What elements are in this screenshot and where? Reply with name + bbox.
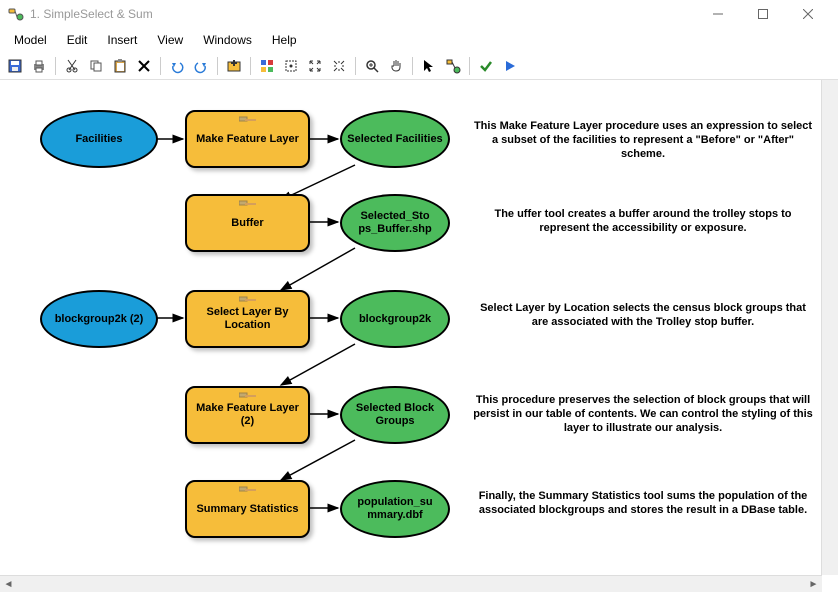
close-button[interactable]	[785, 0, 830, 28]
node-label: blockgroup2k (2)	[55, 313, 144, 326]
node-label: population_su mmary.dbf	[346, 496, 444, 521]
menu-edit[interactable]: Edit	[57, 30, 98, 50]
node-selected-facilities[interactable]: Selected Facilities	[340, 110, 450, 168]
tool-make-feature-layer-2[interactable]: Make Feature Layer (2)	[185, 386, 310, 444]
tool-hammer-icon	[239, 199, 257, 215]
node-label: blockgroup2k	[359, 313, 431, 326]
run-icon[interactable]	[499, 55, 521, 77]
description-1: This Make Feature Layer procedure uses a…	[473, 120, 813, 161]
app-icon	[8, 6, 24, 22]
print-icon[interactable]	[28, 55, 50, 77]
paste-icon[interactable]	[109, 55, 131, 77]
node-blockgroup2k-2[interactable]: blockgroup2k (2)	[40, 290, 158, 348]
menu-model[interactable]: Model	[4, 30, 57, 50]
validate-icon[interactable]	[475, 55, 497, 77]
save-icon[interactable]	[4, 55, 26, 77]
add-data-icon[interactable]	[223, 55, 245, 77]
menu-view[interactable]: View	[147, 30, 193, 50]
scroll-right-icon[interactable]: ►	[805, 576, 822, 592]
node-label: Selected_Sto ps_Buffer.shp	[346, 210, 444, 235]
full-extent-icon[interactable]	[280, 55, 302, 77]
node-selected-block-groups[interactable]: Selected Block Groups	[340, 386, 450, 444]
tool-select-layer-by-location[interactable]: Select Layer By Location	[185, 290, 310, 348]
vertical-scrollbar[interactable]	[821, 80, 838, 575]
tool-buffer[interactable]: Buffer	[185, 194, 310, 252]
description-5: Finally, the Summary Statistics tool sum…	[473, 490, 813, 518]
node-label: Selected Block Groups	[346, 402, 444, 427]
auto-layout-icon[interactable]	[256, 55, 278, 77]
tool-hammer-icon	[239, 485, 257, 501]
delete-icon[interactable]	[133, 55, 155, 77]
node-selected-stops-buffer[interactable]: Selected_Sto ps_Buffer.shp	[340, 194, 450, 252]
window-title: 1. SimpleSelect & Sum	[30, 7, 153, 21]
redo-icon[interactable]	[190, 55, 212, 77]
node-blockgroup2k[interactable]: blockgroup2k	[340, 290, 450, 348]
maximize-button[interactable]	[740, 0, 785, 28]
node-facilities[interactable]: Facilities	[40, 110, 158, 168]
fixed-zoom-in-icon[interactable]	[304, 55, 326, 77]
description-2: The uffer tool creates a buffer around t…	[473, 208, 813, 236]
titlebar: 1. SimpleSelect & Sum	[0, 0, 838, 28]
menu-help[interactable]: Help	[262, 30, 307, 50]
select-icon[interactable]	[418, 55, 440, 77]
node-label: Selected Facilities	[347, 133, 442, 146]
minimize-button[interactable]	[695, 0, 740, 28]
tool-make-feature-layer-1[interactable]: Make Feature Layer	[185, 110, 310, 168]
menu-insert[interactable]: Insert	[97, 30, 147, 50]
node-label: Summary Statistics	[196, 503, 298, 516]
undo-icon[interactable]	[166, 55, 188, 77]
tool-hammer-icon	[239, 391, 257, 407]
tool-summary-statistics[interactable]: Summary Statistics	[185, 480, 310, 538]
tool-hammer-icon	[239, 115, 257, 131]
horizontal-scrollbar[interactable]: ◄ ►	[0, 575, 822, 592]
model-canvas[interactable]: Facilities Make Feature Layer Selected F…	[0, 80, 838, 592]
tool-hammer-icon	[239, 295, 257, 311]
description-3: Select Layer by Location selects the cen…	[473, 302, 813, 330]
cut-icon[interactable]	[61, 55, 83, 77]
pan-icon[interactable]	[385, 55, 407, 77]
node-label: Facilities	[75, 133, 122, 146]
node-label: Make Feature Layer	[196, 133, 299, 146]
toolbar	[0, 52, 838, 80]
scroll-left-icon[interactable]: ◄	[0, 576, 17, 592]
node-population-summary[interactable]: population_su mmary.dbf	[340, 480, 450, 538]
menu-windows[interactable]: Windows	[193, 30, 262, 50]
fixed-zoom-out-icon[interactable]	[328, 55, 350, 77]
description-4: This procedure preserves the selection o…	[473, 394, 813, 435]
menubar: Model Edit Insert View Windows Help	[0, 28, 838, 52]
connect-icon[interactable]	[442, 55, 464, 77]
zoom-in-icon[interactable]	[361, 55, 383, 77]
copy-icon[interactable]	[85, 55, 107, 77]
node-label: Buffer	[231, 217, 263, 230]
